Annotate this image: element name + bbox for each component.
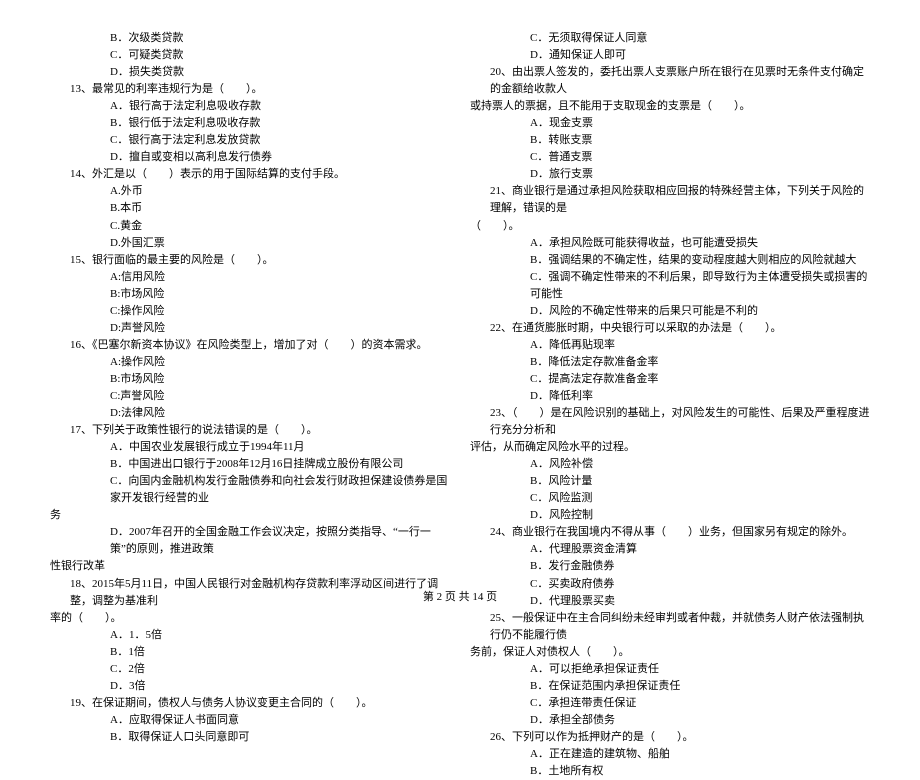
text-line: 务前，保证人对债权人（ ）。 [470, 644, 870, 661]
text-line: D．擅自或变相以高利息发行债券 [50, 149, 450, 166]
text-line: A．应取得保证人书面同意 [50, 712, 450, 729]
text-line: D:法律风险 [50, 405, 450, 422]
text-line: 13、最常见的利率违规行为是（ ）。 [50, 81, 450, 98]
text-line: B．土地所有权 [470, 763, 870, 780]
text-line: 22、在通货膨胀时期，中央银行可以采取的办法是（ ）。 [470, 320, 870, 337]
text-line: B．次级类贷款 [50, 30, 450, 47]
text-line: A．中国农业发展银行成立于1994年11月 [50, 439, 450, 456]
text-line: B:市场风险 [50, 371, 450, 388]
text-line: B．取得保证人口头同意即可 [50, 729, 450, 746]
text-line: B．风险计量 [470, 473, 870, 490]
text-line: C．买卖政府债券 [470, 576, 870, 593]
text-line: B:市场风险 [50, 286, 450, 303]
text-line: C．向国内金融机构发行金融债券和向社会发行财政担保建设债券是国家开发银行经营的业 [50, 473, 450, 507]
text-line: A．1．5倍 [50, 627, 450, 644]
text-line: C.黄金 [50, 218, 450, 235]
text-line: A．风险补偿 [470, 456, 870, 473]
text-line: A．银行高于法定利息吸收存款 [50, 98, 450, 115]
text-line: 评估，从而确定风险水平的过程。 [470, 439, 870, 456]
text-line: D．承担全部债务 [470, 712, 870, 729]
left-column: B．次级类贷款C．可疑类贷款D．损失类贷款13、最常见的利率违规行为是（ ）。A… [40, 30, 460, 570]
text-line: B．1倍 [50, 644, 450, 661]
text-line: C．2倍 [50, 661, 450, 678]
text-line: D．通知保证人即可 [470, 47, 870, 64]
text-line: A:操作风险 [50, 354, 450, 371]
text-line: 26、下列可以作为抵押财产的是（ ）。 [470, 729, 870, 746]
text-line: 务 [50, 507, 450, 524]
right-column: C．无须取得保证人同意D．通知保证人即可20、由出票人签发的，委托出票人支票账户… [460, 30, 880, 570]
text-line: B．降低法定存款准备金率 [470, 354, 870, 371]
text-line: B．强调结果的不确定性，结果的变动程度越大则相应的风险就越大 [470, 252, 870, 269]
text-line: D．风险的不确定性带来的后果只可能是不利的 [470, 303, 870, 320]
text-line: D．风险控制 [470, 507, 870, 524]
text-line: 21、商业银行是通过承担风险获取相应回报的特殊经营主体，下列关于风险的理解，错误… [470, 183, 870, 217]
text-line: 16、《巴塞尔新资本协议》在风险类型上，增加了对（ ）的资本需求。 [50, 337, 450, 354]
text-line: C:操作风险 [50, 303, 450, 320]
text-line: A．降低再贴现率 [470, 337, 870, 354]
text-line: B．转账支票 [470, 132, 870, 149]
text-line: A．现金支票 [470, 115, 870, 132]
text-line: C．可疑类贷款 [50, 47, 450, 64]
text-line: B．在保证范围内承担保证责任 [470, 678, 870, 695]
text-line: A.外币 [50, 183, 450, 200]
text-line: B．银行低于法定利息吸收存款 [50, 115, 450, 132]
text-line: C:声誉风险 [50, 388, 450, 405]
text-line: 19、在保证期间，债权人与债务人协议变更主合同的（ ）。 [50, 695, 450, 712]
text-line: 性银行改革 [50, 558, 450, 575]
text-line: C．强调不确定性带来的不利后果，即导致行为主体遭受损失或损害的可能性 [470, 269, 870, 303]
text-line: 25、一般保证中在主合同纠纷未经审判或者仲裁，并就债务人财产依法强制执行仍不能履… [470, 610, 870, 644]
text-line: D．代理股票买卖 [470, 593, 870, 610]
text-line: D.外国汇票 [50, 235, 450, 252]
text-line: D．损失类贷款 [50, 64, 450, 81]
text-line: C．风险监测 [470, 490, 870, 507]
text-line: 15、银行面临的最主要的风险是（ ）。 [50, 252, 450, 269]
text-line: 率的（ ）。 [50, 610, 450, 627]
text-line: （ ）。 [470, 218, 870, 235]
text-line: B．发行金融债券 [470, 558, 870, 575]
text-line: D．旅行支票 [470, 166, 870, 183]
text-line: 或持票人的票据，且不能用于支取现金的支票是（ ）。 [470, 98, 870, 115]
text-line: C．银行高于法定利息发放贷款 [50, 132, 450, 149]
text-line: B．中国进出口银行于2008年12月16日挂牌成立股份有限公司 [50, 456, 450, 473]
text-line: B.本币 [50, 200, 450, 217]
text-line: A．代理股票资金清算 [470, 541, 870, 558]
text-line: D．3倍 [50, 678, 450, 695]
text-line: C．提高法定存款准备金率 [470, 371, 870, 388]
text-line: C．普通支票 [470, 149, 870, 166]
page-content: B．次级类贷款C．可疑类贷款D．损失类贷款13、最常见的利率违规行为是（ ）。A… [0, 0, 920, 580]
text-line: D:声誉风险 [50, 320, 450, 337]
text-line: 18、2015年5月11日，中国人民银行对金融机构存贷款利率浮动区间进行了调整，… [50, 576, 450, 610]
text-line: A．承担风险既可能获得收益，也可能遭受损失 [470, 235, 870, 252]
text-line: A．正在建造的建筑物、船舶 [470, 746, 870, 763]
text-line: 20、由出票人签发的，委托出票人支票账户所在银行在见票时无条件支付确定的金额给收… [470, 64, 870, 98]
text-line: C．承担连带责任保证 [470, 695, 870, 712]
text-line: D．2007年召开的全国金融工作会议决定，按照分类指导、“一行一策”的原则，推进… [50, 524, 450, 558]
text-line: 24、商业银行在我国境内不得从事（ ）业务，但国家另有规定的除外。 [470, 524, 870, 541]
text-line: 23、（ ）是在风险识别的基础上，对风险发生的可能性、后果及严重程度进行充分分析… [470, 405, 870, 439]
text-line: 14、外汇是以（ ）表示的用于国际结算的支付手段。 [50, 166, 450, 183]
text-line: A:信用风险 [50, 269, 450, 286]
text-line: A．可以拒绝承担保证责任 [470, 661, 870, 678]
text-line: 17、下列关于政策性银行的说法错误的是（ ）。 [50, 422, 450, 439]
text-line: D．降低利率 [470, 388, 870, 405]
text-line: C．无须取得保证人同意 [470, 30, 870, 47]
